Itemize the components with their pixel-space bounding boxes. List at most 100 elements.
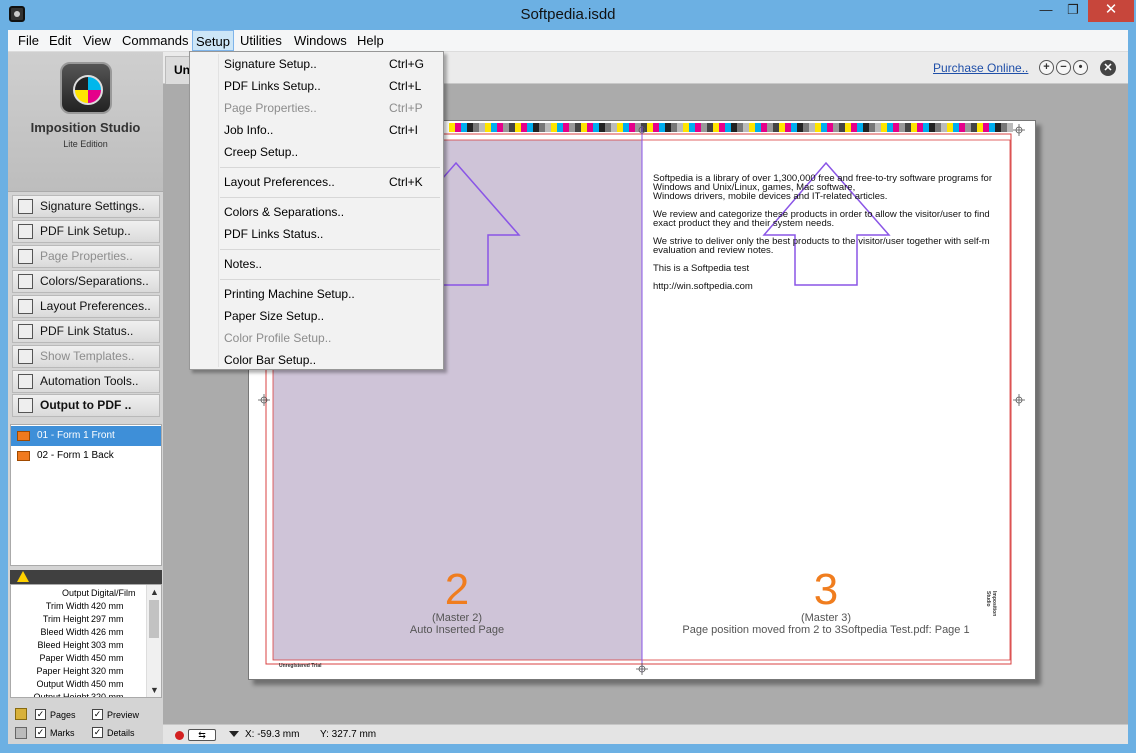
- sidebar-colors-separations-button[interactable]: Colors/Separations..: [12, 270, 160, 293]
- color-bar-patch: [851, 123, 857, 132]
- notes-icon: [15, 708, 27, 720]
- menu-bar: File Edit View Commands Setup Utilities Window…: [8, 30, 1128, 52]
- minimize-button[interactable]: —: [1031, 0, 1061, 22]
- menu-view[interactable]: View: [80, 33, 114, 48]
- scroll-down-icon[interactable]: ▼: [147, 683, 161, 697]
- properties-list: ▲ ▼ Output Digital/Film Trim Width 420 mm Tr…: [10, 584, 162, 698]
- sidebar-page-properties-button[interactable]: Page Properties..: [12, 245, 160, 268]
- scroll-up-icon[interactable]: ▲: [147, 585, 161, 599]
- color-bar-patch: [581, 123, 587, 132]
- color-bar-patch: [929, 123, 935, 132]
- menu-item-color-bar-setup[interactable]: Color Bar Setup..: [191, 350, 442, 371]
- purchase-online-link[interactable]: Purchase Online..: [933, 61, 1028, 75]
- property-value: 320 mm: [91, 666, 124, 676]
- color-bar-patch: [815, 123, 821, 132]
- menu-item-colors-separations[interactable]: Colors & Separations..: [191, 202, 442, 223]
- property-value: 426 mm: [91, 627, 124, 637]
- color-bar-patch: [587, 123, 593, 132]
- menu-item-job-info[interactable]: Job Info.. Ctrl+I: [191, 120, 442, 141]
- property-key: Paper Height: [36, 666, 89, 676]
- sidebar-automation-tools-button[interactable]: Automation Tools..: [12, 370, 160, 393]
- color-bar-patch: [953, 123, 959, 132]
- zoom-in-icon[interactable]: +: [1039, 60, 1054, 75]
- menu-item-notes[interactable]: Notes..: [191, 254, 442, 275]
- form-label: 01 - Form 1 Front: [37, 430, 115, 441]
- property-value: 420 mm: [91, 601, 124, 611]
- property-key: Trim Width: [45, 601, 89, 611]
- menu-edit[interactable]: Edit: [46, 33, 74, 48]
- form-list: 01 - Form 1 Front 02 - Form 1 Back: [10, 424, 162, 566]
- menu-item-color-profile-setup[interactable]: Color Profile Setup..: [191, 328, 442, 349]
- menu-item-layout-preferences[interactable]: Layout Preferences.. Ctrl+K: [191, 172, 442, 193]
- menu-item-label: Page Properties..: [224, 101, 317, 115]
- property-value: 320 mm: [91, 692, 124, 698]
- menu-item-pdf-links-setup[interactable]: PDF Links Setup.. Ctrl+L: [191, 76, 442, 97]
- menu-item-paper-size-setup[interactable]: Paper Size Setup..: [191, 306, 442, 327]
- menu-help[interactable]: Help: [354, 33, 387, 48]
- sidebar-signature-settings-button[interactable]: Signature Settings..: [12, 195, 160, 218]
- close-button[interactable]: ✕: [1088, 0, 1134, 22]
- sidebar-layout-preferences-button[interactable]: Layout Preferences..: [12, 295, 160, 318]
- color-bar-patch: [977, 123, 983, 132]
- color-bar-patch: [845, 123, 851, 132]
- color-bar-patch: [803, 123, 809, 132]
- color-bar-patch: [629, 123, 635, 132]
- details-checkbox[interactable]: ✓ Details: [92, 727, 135, 739]
- close-document-icon[interactable]: ✕: [1100, 60, 1116, 76]
- page-text-paragraph: http://win.softpedia.com: [653, 281, 1017, 292]
- menu-item-signature-setup[interactable]: Signature Setup.. Ctrl+G: [191, 54, 442, 75]
- sidebar-button-label: PDF Link Status..: [40, 324, 134, 338]
- color-bar-patch: [737, 123, 743, 132]
- color-bar-patch: [983, 123, 989, 132]
- sidebar-show-templates-button[interactable]: Show Templates..: [12, 345, 160, 368]
- menu-windows[interactable]: Windows: [291, 33, 350, 48]
- form-list-item[interactable]: 02 - Form 1 Back: [11, 446, 161, 466]
- swap-arrows-icon[interactable]: ⇆: [188, 729, 216, 741]
- property-value: 450 mm: [91, 679, 124, 689]
- color-bar-patch: [527, 123, 533, 132]
- page-text-line: http://win.softpedia.com: [653, 281, 753, 292]
- property-row: Bleed Height 303 mm: [11, 639, 147, 652]
- zoom-out-icon[interactable]: −: [1056, 60, 1071, 75]
- color-bar-patch: [497, 123, 503, 132]
- color-bar-patch: [959, 123, 965, 132]
- form-list-item[interactable]: 01 - Form 1 Front: [11, 426, 161, 446]
- color-bar-patch: [749, 123, 755, 132]
- zoom-fit-icon[interactable]: •: [1073, 60, 1088, 75]
- pages-checkbox[interactable]: ✓ Pages: [35, 709, 76, 721]
- property-row: Output Width 450 mm: [11, 678, 147, 691]
- preview-checkbox[interactable]: ✓ Preview: [92, 709, 139, 721]
- menu-item-label: Printing Machine Setup..: [224, 287, 355, 301]
- menu-item-pdf-links-status[interactable]: PDF Links Status..: [191, 224, 442, 245]
- right-page-content: Softpedia is a library of over 1,300,000…: [653, 174, 1017, 300]
- color-bar-patch: [599, 123, 605, 132]
- menu-item-creep-setup[interactable]: Creep Setup..: [191, 142, 442, 163]
- marks-checkbox[interactable]: ✓ Marks: [35, 727, 75, 739]
- menu-commands[interactable]: Commands: [119, 33, 191, 48]
- color-bar-patch: [725, 123, 731, 132]
- color-bar-patch: [695, 123, 701, 132]
- menu-setup[interactable]: Setup: [192, 30, 234, 51]
- color-bar-patch: [995, 123, 1001, 132]
- left-page-caption: Auto Inserted Page: [409, 624, 505, 636]
- properties-scrollbar[interactable]: ▲ ▼: [146, 585, 161, 697]
- maximize-button[interactable]: ❐: [1058, 0, 1088, 22]
- menu-separator: [220, 279, 440, 280]
- menu-file[interactable]: File: [15, 33, 42, 48]
- dropdown-arrow-icon[interactable]: [229, 731, 239, 737]
- color-bar-patch: [881, 123, 887, 132]
- menu-utilities[interactable]: Utilities: [237, 33, 285, 48]
- sidebar-pdf-link-status-button[interactable]: PDF Link Status..: [12, 320, 160, 343]
- sidebar-pdf-link-setup-button[interactable]: PDF Link Setup..: [12, 220, 160, 243]
- color-bar-patch: [761, 123, 767, 132]
- right-page-master: (Master 3): [800, 612, 852, 624]
- menu-item-page-properties[interactable]: Page Properties.. Ctrl+P: [191, 98, 442, 119]
- color-bar-patch: [839, 123, 845, 132]
- color-bar-patch: [533, 123, 539, 132]
- sidebar-output-to-pdf-button[interactable]: Output to PDF ..: [12, 394, 160, 417]
- color-bar-patch: [665, 123, 671, 132]
- scroll-thumb[interactable]: [149, 600, 159, 638]
- color-bar-patch: [707, 123, 713, 132]
- menu-item-printing-machine-setup[interactable]: Printing Machine Setup..: [191, 284, 442, 305]
- color-bar-patch: [671, 123, 677, 132]
